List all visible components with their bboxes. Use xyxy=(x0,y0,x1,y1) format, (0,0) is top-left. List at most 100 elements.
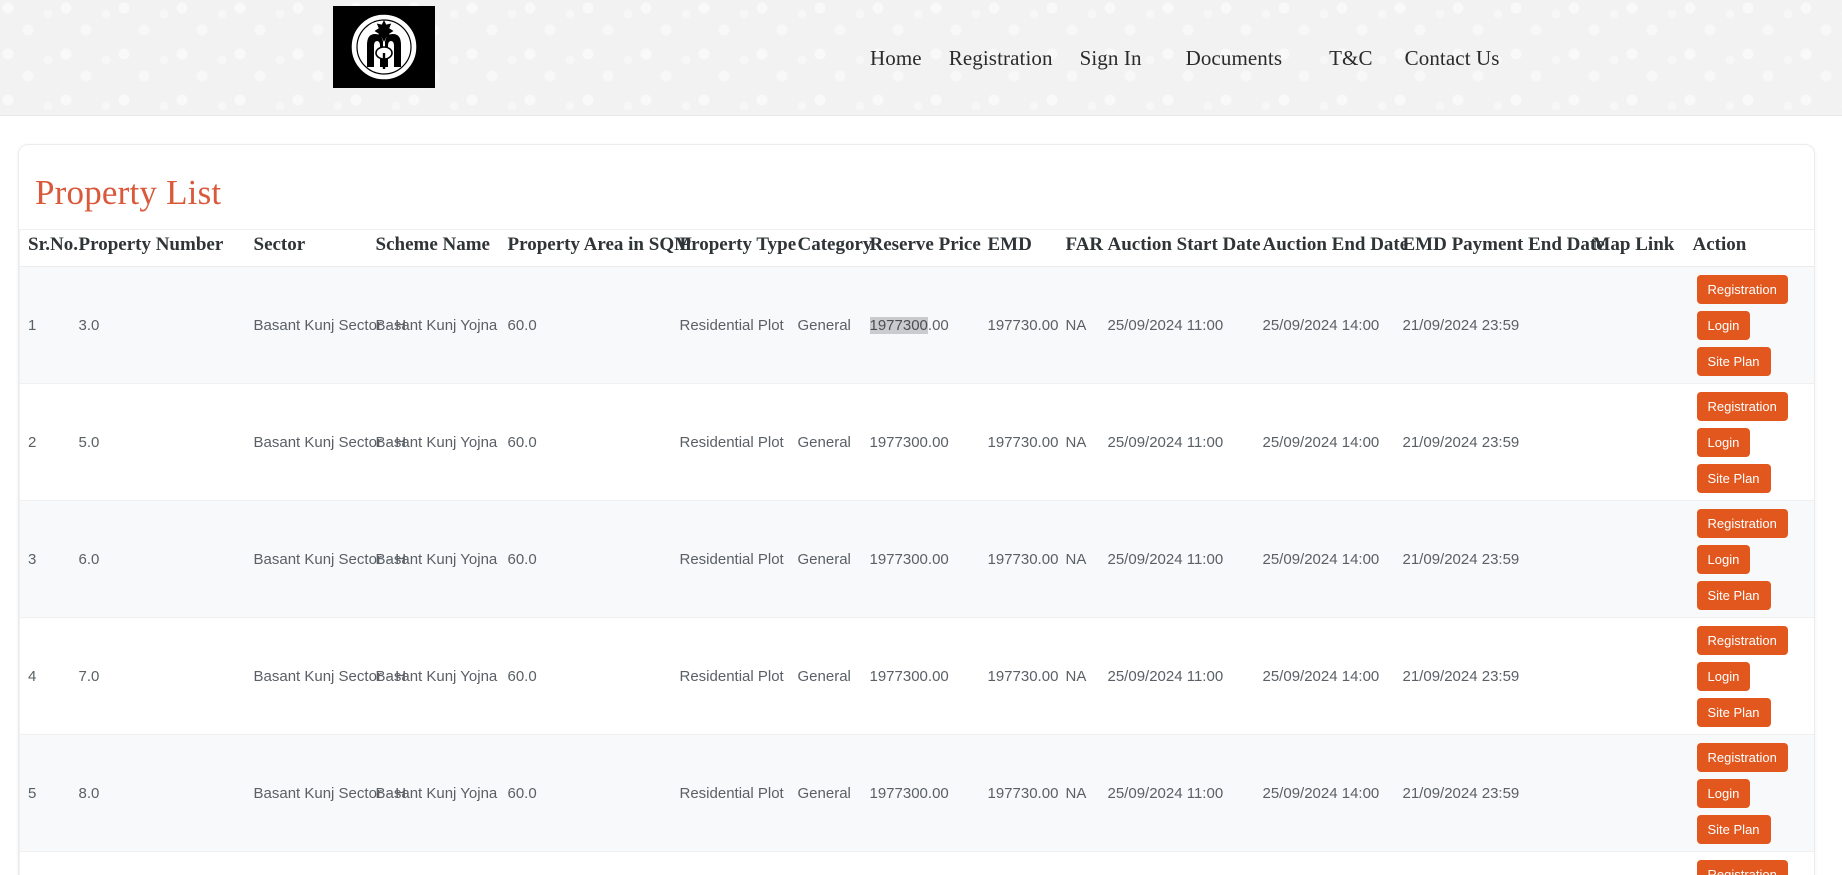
cell-sector: Basant Kunj Sector - H xyxy=(249,383,406,501)
site-plan-button[interactable]: Site Plan xyxy=(1696,697,1771,727)
cell-sector xyxy=(249,851,372,875)
action-button-group: Registration Login Site Plan xyxy=(1696,625,1811,727)
cell-emd: 197730.00 xyxy=(983,500,1062,618)
cell-far xyxy=(1061,851,1104,875)
column-header-action: Action xyxy=(1688,230,1814,267)
cell-scheme-name xyxy=(371,851,504,875)
cell-emd-payment-end: 21/09/2024 23:59 xyxy=(1398,383,1589,501)
cell-reserve-price: 1977300.00 xyxy=(865,383,984,501)
cell-emd-payment-end xyxy=(1398,851,1589,875)
nav-link-tnc[interactable]: T&C xyxy=(1329,46,1372,71)
cell-property-area: 60.0 xyxy=(503,266,676,384)
cell-category: General xyxy=(793,617,866,735)
cell-map-link[interactable] xyxy=(1588,617,1689,735)
nav-link-documents[interactable]: Documents xyxy=(1186,46,1283,71)
action-button-group: Registration Login Site Plan xyxy=(1696,274,1811,376)
cell-sr-no: 4 xyxy=(19,617,75,735)
top-navbar: Home Registration Sign In Documents T&C … xyxy=(0,0,1842,116)
cell-far: NA xyxy=(1061,266,1104,384)
action-button-group: Registration Login Site Plan xyxy=(1696,391,1811,493)
column-header-scheme-name: Scheme Name xyxy=(371,230,504,267)
property-list-card: Property List Sr.No. Property Number Sec… xyxy=(18,144,1815,875)
cell-auction-start: 25/09/2024 11:00 xyxy=(1103,617,1259,735)
site-plan-button[interactable]: Site Plan xyxy=(1696,580,1771,610)
login-button[interactable]: Login xyxy=(1696,661,1751,691)
cell-auction-start: 25/09/2024 11:00 xyxy=(1103,734,1259,852)
registration-button[interactable]: Registration xyxy=(1696,391,1788,421)
cell-far: NA xyxy=(1061,500,1104,618)
table-header-row: Sr.No. Property Number Sector Scheme Nam… xyxy=(19,230,1814,267)
selected-text: 1977300 xyxy=(869,316,928,334)
site-plan-button[interactable]: Site Plan xyxy=(1696,346,1771,376)
cell-sector: Basant Kunj Sector - H xyxy=(249,500,406,618)
cell-category: General xyxy=(793,500,866,618)
login-button[interactable]: Login xyxy=(1696,310,1751,340)
cell-category xyxy=(793,851,866,875)
cell-auction-end: 25/09/2024 14:00 xyxy=(1258,500,1399,618)
registration-button[interactable]: Registration xyxy=(1696,742,1788,772)
login-button[interactable]: Login xyxy=(1696,544,1751,574)
cell-reserve-price: 1977300.00 xyxy=(865,734,984,852)
cell-action: Registration Login Site Plan xyxy=(1688,266,1814,384)
column-header-sector: Sector xyxy=(249,230,372,267)
nav-link-home[interactable]: Home xyxy=(870,46,922,71)
nav-link-contact-us[interactable]: Contact Us xyxy=(1405,46,1500,71)
site-plan-button[interactable]: Site Plan xyxy=(1696,814,1771,844)
login-button[interactable]: Login xyxy=(1696,778,1751,808)
cell-auction-end: 25/09/2024 14:00 xyxy=(1258,383,1399,501)
cell-emd: 197730.00 xyxy=(983,383,1062,501)
cell-property-type xyxy=(675,851,794,875)
nav-link-registration[interactable]: Registration xyxy=(949,46,1053,71)
cell-reserve-price: 1977300.00 xyxy=(865,617,984,735)
cell-property-type: Residential Plot xyxy=(675,500,794,618)
cell-action: Registration Login Site Plan xyxy=(1688,617,1814,735)
action-button-group: Registration Login Site Plan xyxy=(1696,742,1811,844)
cell-map-link[interactable] xyxy=(1588,734,1689,852)
column-header-emd: EMD xyxy=(983,230,1062,267)
cell-property-number: 5.0 xyxy=(74,383,250,501)
column-header-auction-start: Auction Start Date xyxy=(1103,230,1261,267)
cell-property-area: 60.0 xyxy=(503,734,676,852)
cell-map-link[interactable] xyxy=(1588,500,1689,618)
login-button[interactable]: Login xyxy=(1696,427,1751,457)
cell-property-number: 8.0 xyxy=(74,734,250,852)
cell-sr-no: 3 xyxy=(19,500,75,618)
cell-far: NA xyxy=(1061,617,1104,735)
cell-action: RegistrationLoginSite Plan xyxy=(1688,851,1814,875)
action-button-group: Registration Login Site Plan xyxy=(1696,508,1811,610)
cell-property-area xyxy=(503,851,676,875)
column-header-property-type: Property Type xyxy=(675,230,796,267)
cell-property-area: 60.0 xyxy=(503,383,676,501)
cell-emd-payment-end: 21/09/2024 23:59 xyxy=(1398,617,1589,735)
registration-button[interactable]: Registration xyxy=(1696,625,1788,655)
cell-property-type: Residential Plot xyxy=(675,617,794,735)
cell-scheme-name: Basant Kunj Yojna xyxy=(371,500,504,618)
table-scroll-container[interactable]: Sr.No. Property Number Sector Scheme Nam… xyxy=(19,229,1814,875)
cell-auction-end xyxy=(1258,851,1399,875)
cell-reserve-price: 1977300.00 xyxy=(865,500,984,618)
registration-button[interactable]: Registration xyxy=(1696,508,1788,538)
site-plan-button[interactable]: Site Plan xyxy=(1696,463,1771,493)
registration-button[interactable]: Registration xyxy=(1696,274,1788,304)
cell-reserve-price: 1977300.00 xyxy=(865,266,984,384)
cell-property-number: 3.0 xyxy=(74,266,250,384)
cell-property-type: Residential Plot xyxy=(675,734,794,852)
registration-button[interactable]: Registration xyxy=(1696,859,1788,875)
nav-link-sign-in[interactable]: Sign In xyxy=(1080,46,1142,71)
cell-map-link[interactable] xyxy=(1588,266,1689,384)
cell-emd: 197730.00 xyxy=(983,266,1062,384)
cell-emd-payment-end: 21/09/2024 23:59 xyxy=(1398,500,1589,618)
cell-property-type: Residential Plot xyxy=(675,266,794,384)
cell-property-number: 7.0 xyxy=(74,617,250,735)
page-body: Property List Sr.No. Property Number Sec… xyxy=(0,116,1842,875)
cell-map-link[interactable] xyxy=(1588,851,1689,875)
lucknow-development-authority-logo[interactable] xyxy=(333,6,435,88)
cell-category: General xyxy=(793,383,866,501)
table-row: 6 RegistrationLoginSite Plan xyxy=(19,851,1814,875)
cell-sector: Basant Kunj Sector - H xyxy=(249,266,406,384)
cell-property-area: 60.0 xyxy=(503,500,676,618)
table-row: 5 8.0 Basant Kunj Sector - H Basant Kunj Yo… xyxy=(19,734,1814,852)
cell-sr-no: 2 xyxy=(19,383,75,501)
column-header-auction-end: Auction End Date xyxy=(1258,230,1408,267)
cell-map-link[interactable] xyxy=(1588,383,1689,501)
